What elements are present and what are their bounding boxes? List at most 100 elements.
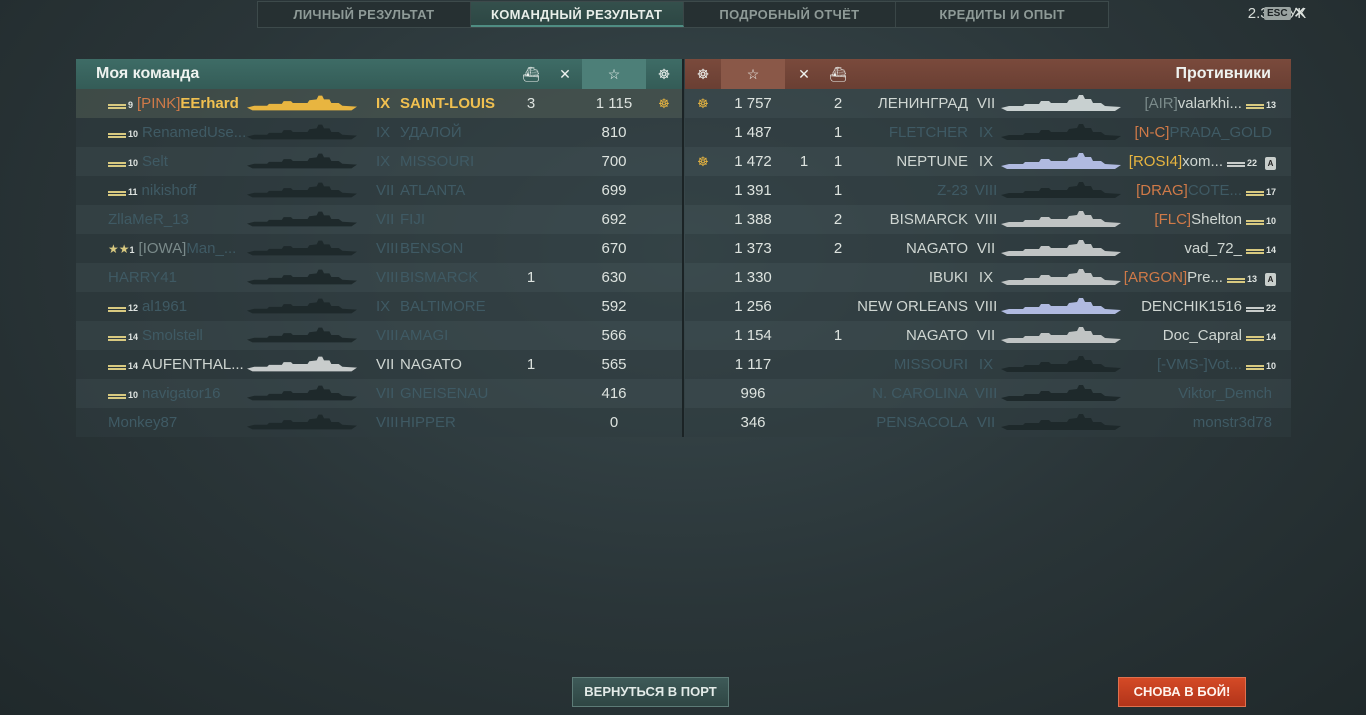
base-header-icon: ☸ — [696, 66, 710, 82]
player-name[interactable]: COTE... — [1188, 182, 1242, 199]
player-rank: 14 — [1265, 332, 1276, 342]
player-cell: [FLC]Shelton 10 — [1154, 205, 1276, 236]
xp-value: 692 — [601, 211, 627, 228]
player-rank: 10 — [128, 158, 139, 168]
player-cell: HARRY41 — [108, 263, 177, 292]
table-row[interactable]: ZllaMeR_13 VII FIJI 692 — [76, 205, 682, 234]
player-name[interactable]: navigator16 — [142, 385, 220, 402]
tab-team-result[interactable]: КОМАНДНЫЙ РЕЗУЛЬТАТ — [470, 2, 684, 27]
table-row[interactable]: 996 N. CAROLINA VIII Viktor_Demch — [685, 379, 1291, 408]
table-row[interactable]: HARRY41 VIII BISMARCK 1 630 — [76, 263, 682, 292]
player-name[interactable]: Man_... — [186, 240, 236, 257]
player-name[interactable]: Smolstell — [142, 327, 203, 344]
table-row[interactable]: 14 AUFENTHAL... VII NAGATO 1 565 — [76, 350, 682, 379]
ship-name: Z-23 — [937, 182, 968, 199]
rank-insignia-icon — [108, 157, 126, 167]
ship-name: AMAGI — [400, 327, 449, 344]
player-name[interactable]: RenamedUse... — [142, 124, 246, 141]
table-row[interactable]: 1 154 1 NAGATO VII Doc_Capral 14 — [685, 321, 1291, 350]
enemy-team-title: Противники — [1175, 65, 1272, 82]
ship-silhouette-icon — [1001, 356, 1121, 372]
xp-value: 0 — [609, 414, 619, 431]
table-row[interactable]: ☸ 1 757 2 ЛЕНИНГРАД VII [AIR]valarkhi... 13 — [685, 89, 1291, 118]
ship-tier: VIII — [376, 414, 399, 431]
player-rank: 17 — [1265, 187, 1276, 197]
table-row[interactable]: 346 PENSACOLA VII monstr3d78 — [685, 408, 1291, 437]
xp-value: 1 256 — [734, 298, 772, 315]
player-name[interactable]: Shelton — [1191, 211, 1242, 228]
table-row[interactable]: 14 Smolstell VIII AMAGI 566 — [76, 321, 682, 350]
rank-insignia-icon — [1226, 157, 1245, 167]
xp-value: 699 — [601, 182, 627, 199]
ship-name: BISMARCK — [889, 211, 968, 228]
table-row[interactable]: 10 RenamedUse... IX УДАЛОЙ 810 — [76, 118, 682, 147]
ship-tier: VIII — [376, 327, 399, 344]
clan-tag[interactable]: [AIR] — [1144, 95, 1177, 112]
player-name[interactable]: Doc_Capral — [1163, 327, 1242, 344]
my-team-rows: 9 [PINK]EErhard IX SAINT-LOUIS 3 1 115 ☸ 10 Rena… — [76, 89, 682, 437]
tab-personal-result[interactable]: ЛИЧНЫЙ РЕЗУЛЬТАТ — [258, 2, 471, 27]
ship-name: BENSON — [400, 240, 464, 257]
clan-tag[interactable]: [DRAG] — [1136, 182, 1188, 199]
rank-insignia-icon — [1226, 273, 1245, 283]
clan-tag[interactable]: [N-C] — [1134, 124, 1169, 141]
player-name[interactable]: Monkey87 — [108, 414, 177, 431]
table-row[interactable]: 1 388 2 BISMARCK VIII [FLC]Shelton 10 — [685, 205, 1291, 234]
clan-tag[interactable]: [ARGON] — [1124, 269, 1187, 286]
base-header-icon: ☸ — [657, 66, 671, 82]
clan-tag[interactable]: [PINK] — [137, 95, 180, 112]
player-name[interactable]: ZllaMeR_13 — [108, 211, 189, 228]
player-name[interactable]: Vot... — [1208, 356, 1242, 373]
table-row[interactable]: 1 391 1 Z-23 VIII [DRAG]COTE... 17 — [685, 176, 1291, 205]
enemy-team-panel: ☸ ☆ ✕ ⛴ Противники ☸ 1 757 2 ЛЕНИНГРАД VII [A… — [685, 59, 1291, 437]
ship-name: SAINT-LOUIS — [400, 95, 496, 112]
planes-value: 1 — [526, 269, 536, 286]
table-row[interactable]: 1 373 2 NAGATO VII vad_72_ 14 — [685, 234, 1291, 263]
close-icon[interactable]: ✕ — [1293, 3, 1306, 23]
ship-silhouette-icon — [247, 211, 357, 227]
table-row[interactable]: 10 Selt IX MISSOURI 700 — [76, 147, 682, 176]
tab-detailed-report[interactable]: ПОДРОБНЫЙ ОТЧЁТ — [684, 2, 897, 27]
ship-tier: VIII — [376, 240, 399, 257]
clan-tag[interactable]: [ROSI4] — [1129, 153, 1182, 170]
player-name[interactable]: HARRY41 — [108, 269, 177, 286]
player-name[interactable]: Pre... — [1187, 269, 1223, 286]
table-row[interactable]: 1 487 1 FLETCHER IX [N-C]PRADA_GOLD — [685, 118, 1291, 147]
table-row[interactable]: 1 117 MISSOURI IX [-VMS-]Vot... 10 — [685, 350, 1291, 379]
player-name[interactable]: nikishoff — [142, 182, 197, 199]
player-name[interactable]: vad_72_ — [1184, 240, 1242, 257]
player-name[interactable]: хom... — [1182, 153, 1223, 170]
table-row[interactable]: 1 256 NEW ORLEANS VIII DENCHIK1516 22 — [685, 292, 1291, 321]
player-cell: [-VMS-]Vot... 10 — [1157, 350, 1276, 381]
player-name[interactable]: PRADA_GOLD — [1169, 124, 1272, 141]
player-name[interactable]: Viktor_Demch — [1178, 385, 1272, 402]
clan-tag[interactable]: [IOWA] — [139, 240, 187, 257]
table-row[interactable]: 9 [PINK]EErhard IX SAINT-LOUIS 3 1 115 ☸ — [76, 89, 682, 118]
table-row[interactable]: 12 al1961 IX BALTIMORE 592 — [76, 292, 682, 321]
planes-header-icon: ⛴ — [522, 66, 540, 82]
ship-silhouette-icon — [247, 356, 357, 372]
table-row[interactable]: 10 navigator16 VII GNEISENAU 416 — [76, 379, 682, 408]
ship-tier: VII — [976, 327, 996, 344]
player-name[interactable]: DENCHIK1516 — [1141, 298, 1242, 315]
player-cell: ★★1 [IOWA]Man_... — [108, 234, 236, 265]
table-row[interactable]: ☸ 1 472 1 1 NEPTUNE IX [ROSI4]хom... 22 A — [685, 147, 1291, 176]
player-name[interactable]: Selt — [142, 153, 168, 170]
return-to-port-button[interactable]: ВЕРНУТЬСЯ В ПОРТ — [572, 677, 729, 707]
player-name[interactable]: EErhard — [180, 95, 238, 112]
battle-again-button[interactable]: СНОВА В БОЙ! — [1118, 677, 1246, 707]
table-row[interactable]: 11 nikishoff VII ATLANTA 699 — [76, 176, 682, 205]
clan-tag[interactable]: [FLC] — [1154, 211, 1191, 228]
rank-insignia-icon — [1245, 244, 1264, 254]
tab-credits-xp[interactable]: КРЕДИТЫ И ОПЫТ — [896, 2, 1108, 27]
player-name[interactable]: valarkhi... — [1178, 95, 1242, 112]
table-row[interactable]: 1 330 IBUKI IX [ARGON]Pre... 13 A — [685, 263, 1291, 292]
player-name[interactable]: al1961 — [142, 298, 187, 315]
table-row[interactable]: Monkey87 VIII HIPPER 0 — [76, 408, 682, 437]
player-name[interactable]: AUFENTHAL... — [142, 356, 244, 373]
table-row[interactable]: ★★1 [IOWA]Man_... VIII BENSON 670 — [76, 234, 682, 263]
clan-tag[interactable]: [-VMS-] — [1157, 356, 1208, 373]
player-rank: 22 — [1246, 158, 1257, 168]
xp-value: 566 — [601, 327, 627, 344]
player-name[interactable]: monstr3d78 — [1193, 414, 1272, 431]
